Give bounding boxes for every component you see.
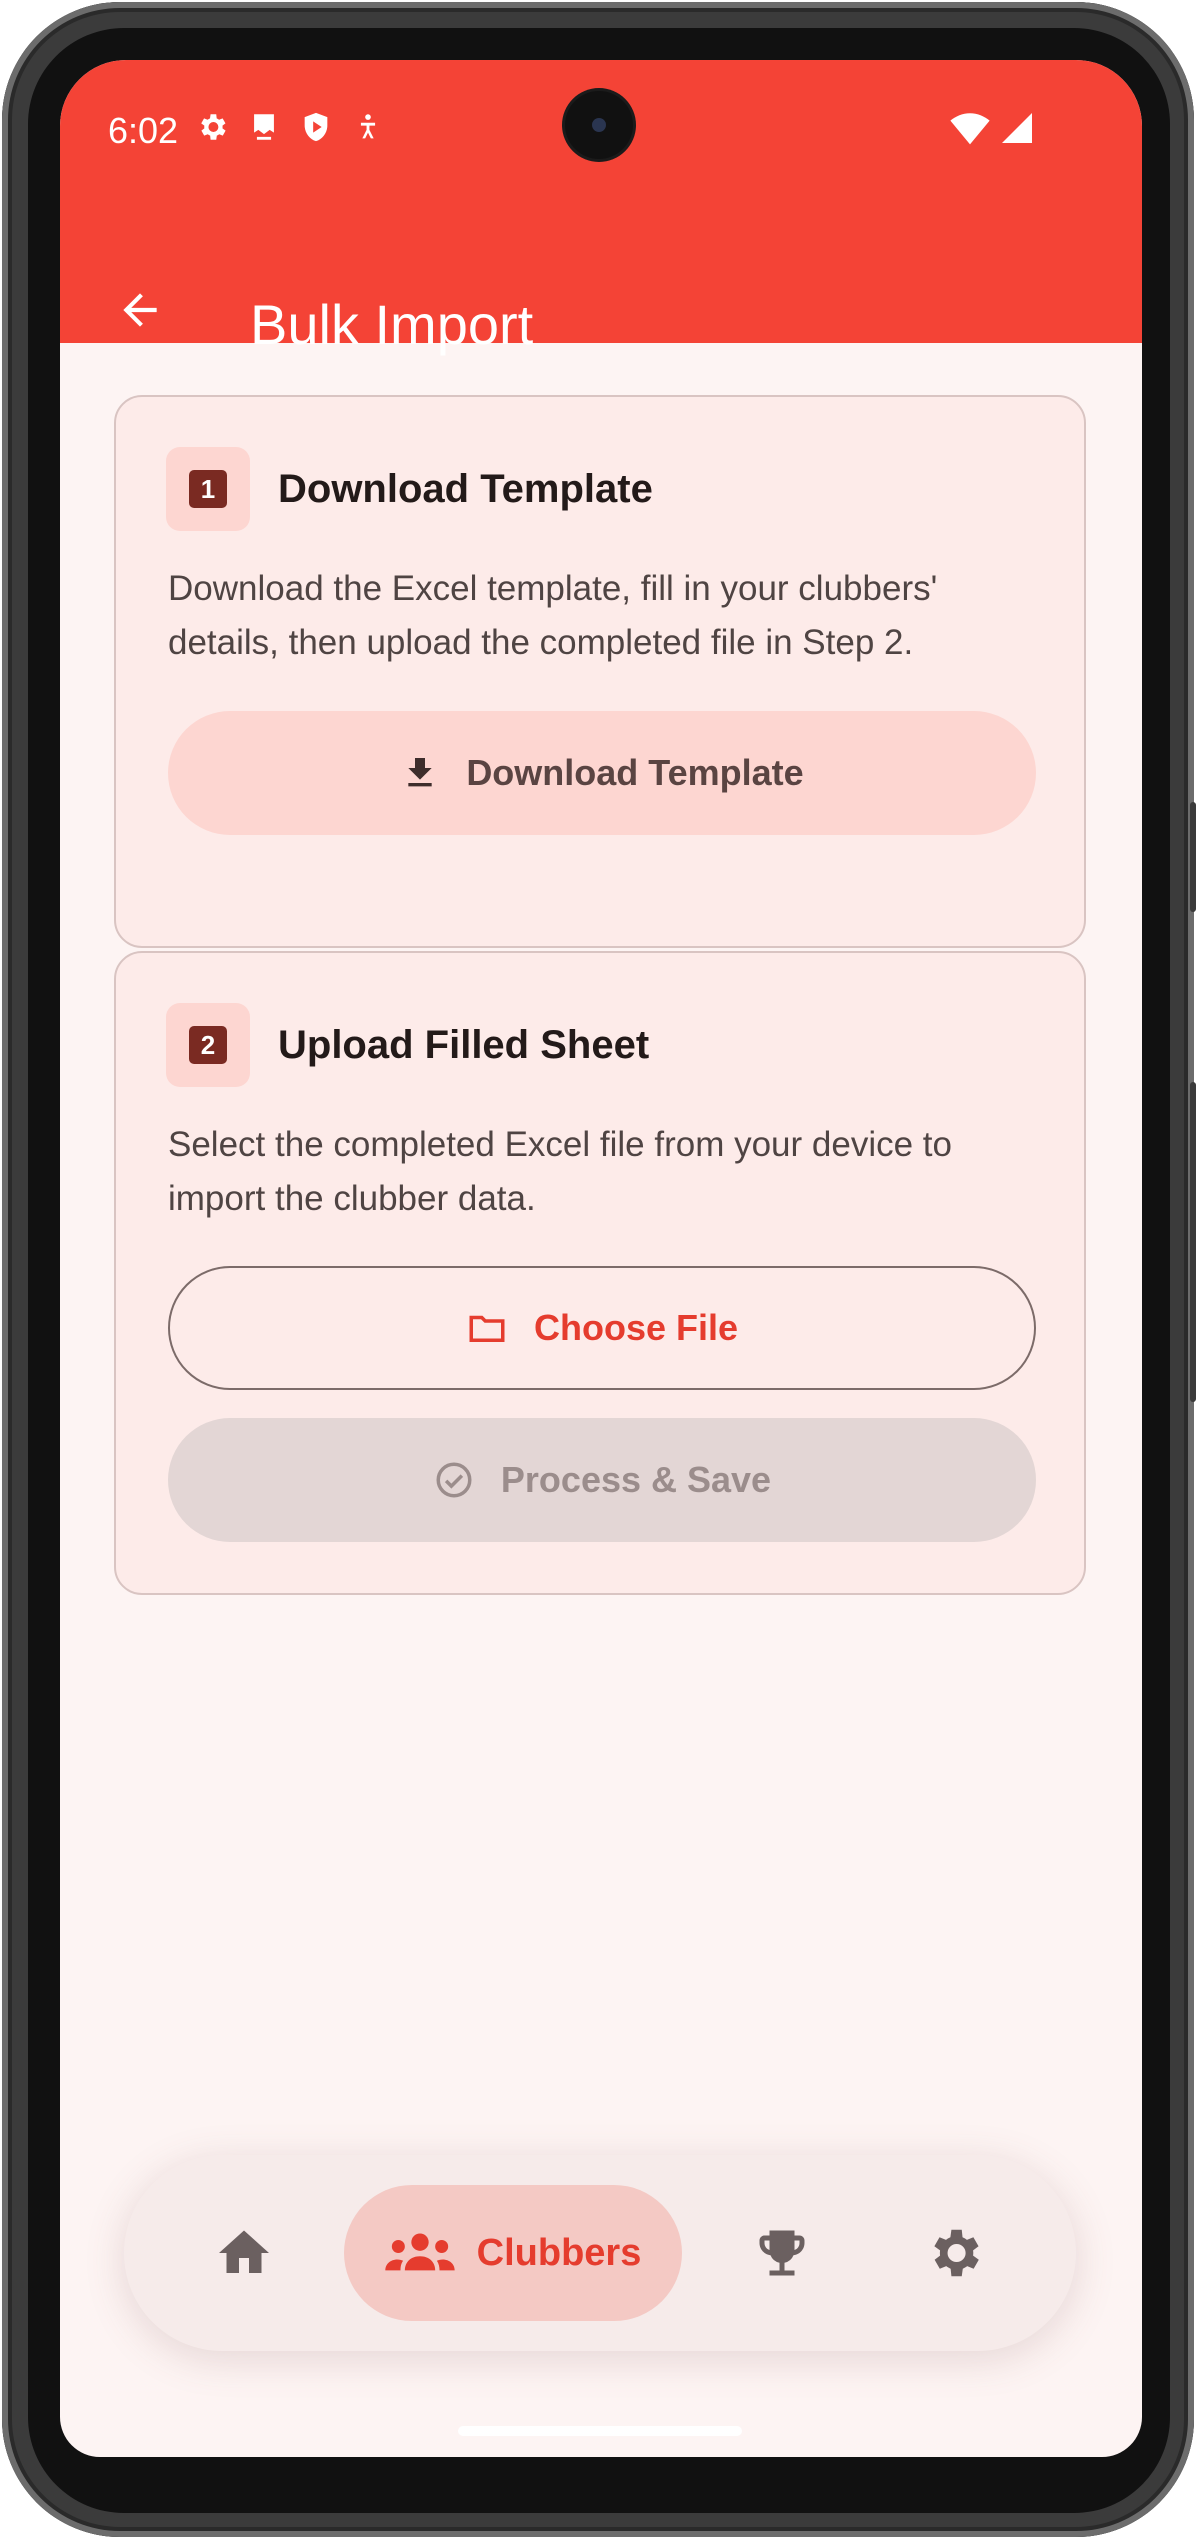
status-icons bbox=[195, 110, 385, 144]
check-circle-icon bbox=[436, 1462, 472, 1498]
nav-item-home[interactable] bbox=[184, 2185, 304, 2321]
trophy-icon bbox=[759, 2230, 805, 2276]
step-2-title: Upload Filled Sheet bbox=[278, 1023, 650, 1067]
power-button bbox=[1190, 1082, 1196, 1402]
front-camera bbox=[565, 91, 633, 159]
step-2-card: 2 Upload Filled Sheet Select the complet… bbox=[114, 951, 1086, 1595]
download-template-label: Download Template bbox=[466, 752, 804, 793]
process-save-label: Process & Save bbox=[500, 1459, 772, 1500]
arrow-back-icon bbox=[123, 293, 157, 327]
folder-icon bbox=[469, 1315, 505, 1342]
step-1-badge: 1 bbox=[166, 447, 250, 531]
step-2-badge: 2 bbox=[166, 1003, 250, 1087]
nav-clubbers-label: Clubbers bbox=[476, 2231, 642, 2274]
step-2-description: Select the completed Excel file from you… bbox=[168, 1125, 952, 1218]
choose-file-label: Choose File bbox=[533, 1307, 739, 1348]
nav-item-clubbers[interactable]: Clubbers bbox=[344, 2185, 682, 2321]
screen: 6:02 Bulk Import 1 Download Template Dow… bbox=[60, 60, 1142, 2457]
choose-file-button[interactable]: Choose File bbox=[168, 1266, 1036, 1390]
gear-icon bbox=[201, 114, 226, 140]
step-1-number: 1 bbox=[189, 470, 227, 508]
accessibility-icon bbox=[360, 114, 376, 139]
nav-item-settings[interactable] bbox=[894, 2185, 1014, 2321]
home-icon bbox=[219, 2230, 269, 2273]
step-1-description: Download the Excel template, fill in you… bbox=[168, 569, 938, 662]
status-time: 6:02 bbox=[108, 110, 179, 151]
step-1-title: Download Template bbox=[278, 467, 653, 511]
settings-icon bbox=[934, 2229, 979, 2277]
step-1-card: 1 Download Template Download the Excel t… bbox=[114, 395, 1086, 948]
groups-icon bbox=[384, 2233, 455, 2271]
nav-item-trophy[interactable] bbox=[722, 2185, 842, 2321]
home-indicator[interactable] bbox=[458, 2426, 742, 2436]
phone-frame: 6:02 Bulk Import 1 Download Template Dow… bbox=[2, 2, 1196, 2537]
bottom-navigation: Clubbers bbox=[124, 2155, 1076, 2351]
app-bar: 6:02 Bulk Import bbox=[60, 60, 1142, 356]
shield-play-icon bbox=[304, 112, 328, 142]
page-title: Bulk Import bbox=[250, 293, 534, 356]
volume-button bbox=[1190, 802, 1196, 912]
process-save-button[interactable]: Process & Save bbox=[168, 1418, 1036, 1542]
download-template-button[interactable]: Download Template bbox=[168, 711, 1036, 835]
signal-icon bbox=[1002, 113, 1032, 143]
download-icon bbox=[408, 758, 432, 787]
badge-icon bbox=[254, 114, 274, 140]
back-button[interactable] bbox=[100, 270, 180, 350]
wifi-icon bbox=[950, 113, 990, 145]
step-2-number: 2 bbox=[189, 1026, 227, 1064]
